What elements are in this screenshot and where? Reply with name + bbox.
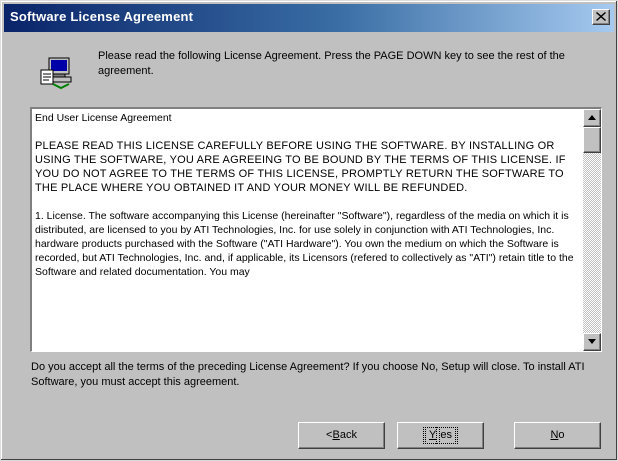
- scroll-down-button[interactable]: [583, 333, 601, 351]
- back-mnemonic: B: [332, 429, 340, 441]
- no-button-label: No: [550, 423, 564, 448]
- close-icon: [596, 12, 606, 21]
- yes-button[interactable]: Yes: [397, 422, 484, 449]
- window-title: Software License Agreement: [10, 9, 194, 24]
- back-rest: ack: [339, 429, 357, 441]
- back-button[interactable]: < Back: [298, 422, 385, 449]
- yes-mnemonic: Y: [424, 427, 441, 444]
- close-button[interactable]: [592, 9, 610, 25]
- no-rest: o: [558, 429, 565, 441]
- no-button[interactable]: No: [514, 422, 601, 449]
- instruction-text: Please read the following License Agreem…: [98, 50, 565, 77]
- yes-rest: es: [436, 427, 456, 444]
- license-heading: End User License Agreement: [35, 112, 172, 124]
- arrow-up-icon: [588, 115, 596, 120]
- vertical-scrollbar[interactable]: [583, 109, 601, 351]
- no-mnemonic: N: [550, 429, 559, 441]
- scroll-up-button[interactable]: [583, 109, 601, 127]
- license-clause-1: 1. License. The software accompanying th…: [35, 210, 574, 278]
- license-content: End User License Agreement PLEASE READ T…: [35, 111, 579, 293]
- computer-setup-icon: [39, 56, 73, 90]
- arrow-down-icon: [588, 339, 596, 344]
- yes-button-label: Yes: [423, 427, 458, 444]
- title-bar[interactable]: Software License Agreement: [4, 4, 614, 32]
- license-text-area[interactable]: End User License Agreement PLEASE READ T…: [30, 107, 602, 352]
- back-button-label: < Back: [326, 423, 357, 448]
- license-dialog: Software License Agreement Please read t…: [0, 0, 618, 461]
- license-warning: PLEASE READ THIS LICENSE CAREFULLY BEFOR…: [35, 140, 566, 194]
- scroll-thumb[interactable]: [583, 127, 601, 153]
- accept-question: Do you accept all the terms of the prece…: [31, 361, 585, 388]
